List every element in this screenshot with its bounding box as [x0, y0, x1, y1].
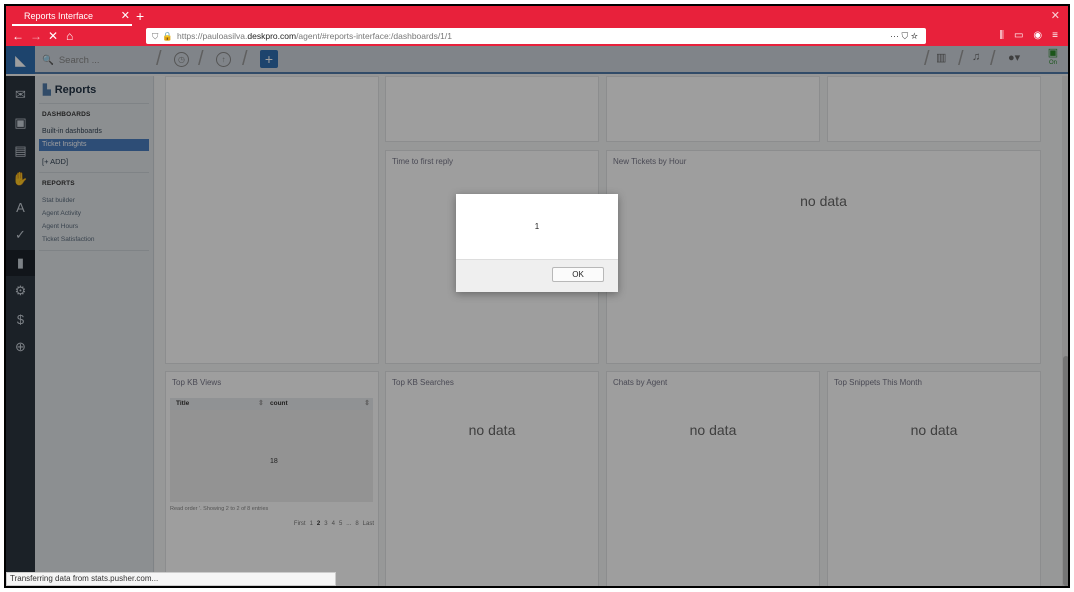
browser-window: Reports Interface ✕ + ✕ ← → ✕ ⌂ ⛉ 🔒 http… — [4, 4, 1070, 588]
shield-icon: ⛉ — [152, 30, 159, 41]
alert-dialog: 1 OK — [456, 194, 618, 292]
lock-icon: 🔒 — [162, 30, 173, 41]
status-bar: Transferring data from stats.pusher.com.… — [6, 572, 336, 586]
close-tab-icon[interactable]: ✕ — [121, 9, 130, 22]
back-icon[interactable]: ← — [12, 28, 24, 44]
library-icon[interactable]: ⫼ — [999, 28, 1004, 44]
account-icon[interactable]: ◉ — [1033, 28, 1042, 44]
alert-footer: OK — [456, 259, 618, 292]
tab-title: Reports Interface — [24, 10, 94, 21]
url-text: https://pauloasilva.deskpro.com/agent/#r… — [176, 31, 452, 41]
modal-overlay — [6, 46, 1068, 586]
nav-bar: ← → ✕ ⌂ ⛉ 🔒 https://pauloasilva.deskpro.… — [6, 26, 1068, 46]
tab-reports-interface[interactable]: Reports Interface ✕ — [12, 7, 132, 26]
alert-message: 1 — [534, 222, 540, 231]
new-tab-icon[interactable]: + — [136, 7, 144, 25]
url-actions[interactable]: ··· ⛉ ☆ — [890, 28, 918, 44]
forward-icon[interactable]: → — [30, 28, 42, 44]
stop-icon[interactable]: ✕ — [48, 28, 58, 44]
browser-tools: ⫼ ▭ ◉ ≡ — [999, 28, 1058, 44]
window-close-icon[interactable]: ✕ — [1051, 9, 1060, 22]
sidebar-icon[interactable]: ▭ — [1014, 28, 1023, 44]
tab-bar: Reports Interface ✕ + ✕ — [6, 6, 1068, 26]
ok-button[interactable]: OK — [552, 267, 604, 282]
home-icon[interactable]: ⌂ — [66, 28, 73, 44]
menu-icon[interactable]: ≡ — [1052, 28, 1058, 44]
url-bar[interactable]: ⛉ 🔒 https://pauloasilva.deskpro.com/agen… — [146, 28, 926, 44]
